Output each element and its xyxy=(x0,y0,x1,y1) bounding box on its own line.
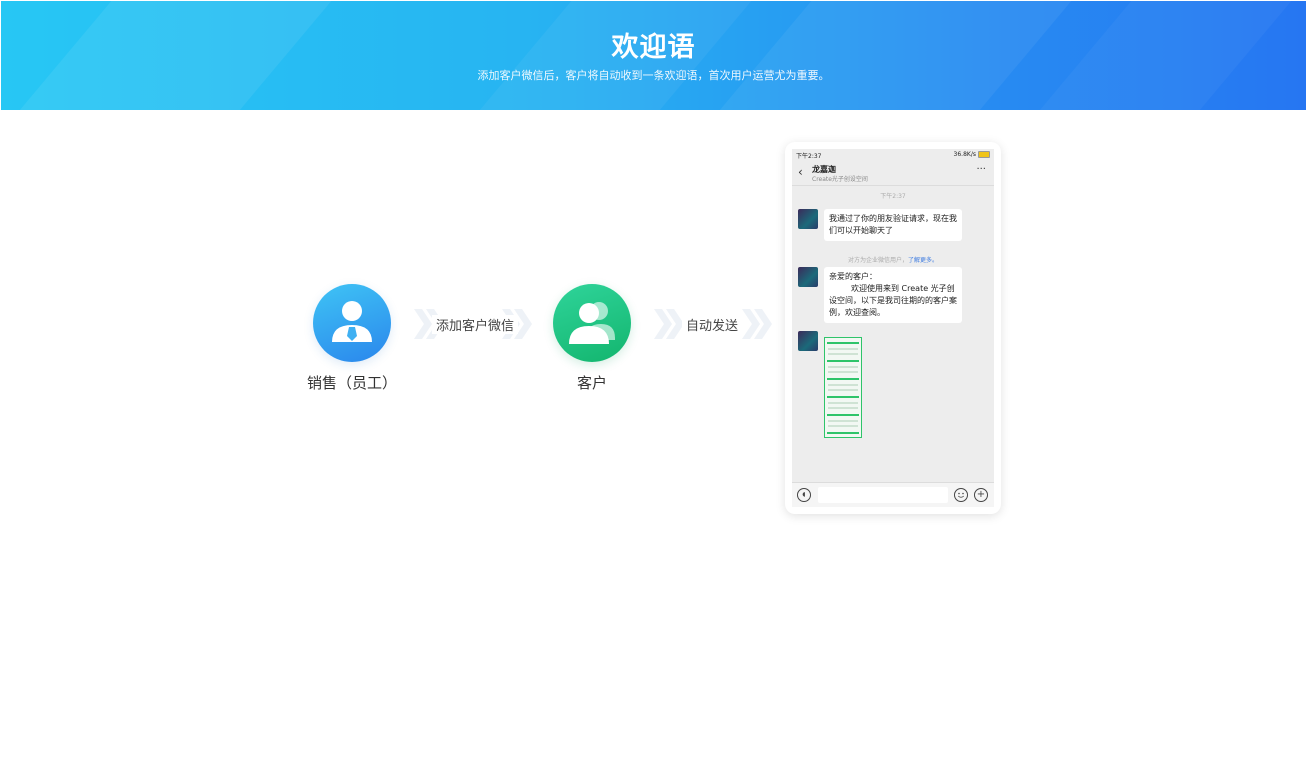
more-icon[interactable]: ··· xyxy=(976,164,986,175)
thumbnail-line xyxy=(828,353,858,355)
smile-icon xyxy=(957,492,965,498)
customer-group-icon xyxy=(569,302,615,344)
salesperson-icon xyxy=(332,301,372,342)
flow-arrow-send: 自动发送 xyxy=(654,309,772,339)
thumbnail-line xyxy=(828,348,858,350)
flow-step-send-label: 自动发送 xyxy=(682,315,743,334)
thumbnail-line xyxy=(828,420,858,422)
avatar xyxy=(798,209,818,229)
case-image-thumbnail[interactable] xyxy=(824,337,862,438)
header-banner: 欢迎语 添加客户微信后，客户将自动收到一条欢迎语，首次用户运营尤为重要。 xyxy=(1,1,1306,110)
learn-more-link[interactable]: 了解更多。 xyxy=(908,257,938,264)
thumbnail-line xyxy=(827,432,859,434)
thumbnail-line xyxy=(828,366,858,368)
sales-label: 销售（员工） xyxy=(306,374,397,392)
phone-mockup: 下午2:37 36.8K/s ‹ 龙嘉迦 Create光子创设空间 ··· 下午… xyxy=(785,142,1001,514)
thumbnail-line xyxy=(828,407,858,409)
system-note-text: 对方为企业微信用户， xyxy=(847,257,908,264)
thumbnail-line xyxy=(827,360,859,362)
avatar xyxy=(798,331,818,351)
system-note: 对方为企业微信用户，了解更多。 xyxy=(792,255,994,264)
thumbnail-line xyxy=(828,402,858,404)
thumbnail-line xyxy=(827,342,859,344)
avatar xyxy=(798,267,818,287)
thumbnail-line xyxy=(828,371,858,373)
message-timestamp: 下午2:37 xyxy=(880,193,906,200)
thumbnail-line xyxy=(828,425,858,427)
chat-message: 我通过了你的朋友验证请求，现在我们可以开始聊天了 xyxy=(824,209,962,241)
battery-icon xyxy=(978,151,990,158)
page-subtitle: 添加客户微信后，客户将自动收到一条欢迎语，首次用户运营尤为重要。 xyxy=(477,69,830,82)
thumbnail-line xyxy=(827,396,859,398)
flow-arrow-add: 添加客户微信 xyxy=(414,309,532,339)
page-title: 欢迎语 xyxy=(611,32,696,63)
flow-step-add-label: 添加客户微信 xyxy=(432,315,519,334)
chat-input-bar: ◖ + xyxy=(792,482,994,507)
thumbnail-line xyxy=(828,389,858,391)
voice-icon[interactable]: ◖ xyxy=(797,488,811,502)
message-input[interactable] xyxy=(818,487,948,503)
customer-label: 客户 xyxy=(576,374,607,392)
status-time: 下午2:37 xyxy=(796,153,822,160)
back-icon[interactable]: ‹ xyxy=(798,165,803,179)
thumbnail-line xyxy=(828,384,858,386)
customer-node: 客户 xyxy=(532,284,652,393)
welcome-body: 欢迎使用来到 Create 光子创设空间，以下是我司往期的的客户案例，欢迎查阅。 xyxy=(829,284,957,317)
welcome-message: 亲爱的客户： 欢迎使用来到 Create 光子创设空间，以下是我司往期的的客户案… xyxy=(824,267,962,323)
network-speed: 36.8K/s xyxy=(953,151,976,158)
sales-avatar xyxy=(313,284,391,362)
status-bar: 下午2:37 36.8K/s xyxy=(792,149,994,161)
plus-icon[interactable]: + xyxy=(974,488,988,502)
emoji-icon[interactable] xyxy=(954,488,968,502)
thumbnail-line xyxy=(827,378,859,380)
status-indicators: 36.8K/s xyxy=(954,151,990,158)
welcome-greeting: 亲爱的客户： xyxy=(829,272,877,281)
chat-screen: 下午2:37 36.8K/s ‹ 龙嘉迦 Create光子创设空间 ··· 下午… xyxy=(792,149,994,507)
chat-header: ‹ 龙嘉迦 Create光子创设空间 ··· xyxy=(792,161,994,186)
customer-avatar xyxy=(553,284,631,362)
sales-node: 销售（员工） xyxy=(292,284,412,393)
chat-contact-company: Create光子创设空间 xyxy=(812,176,868,183)
thumbnail-line xyxy=(827,414,859,416)
